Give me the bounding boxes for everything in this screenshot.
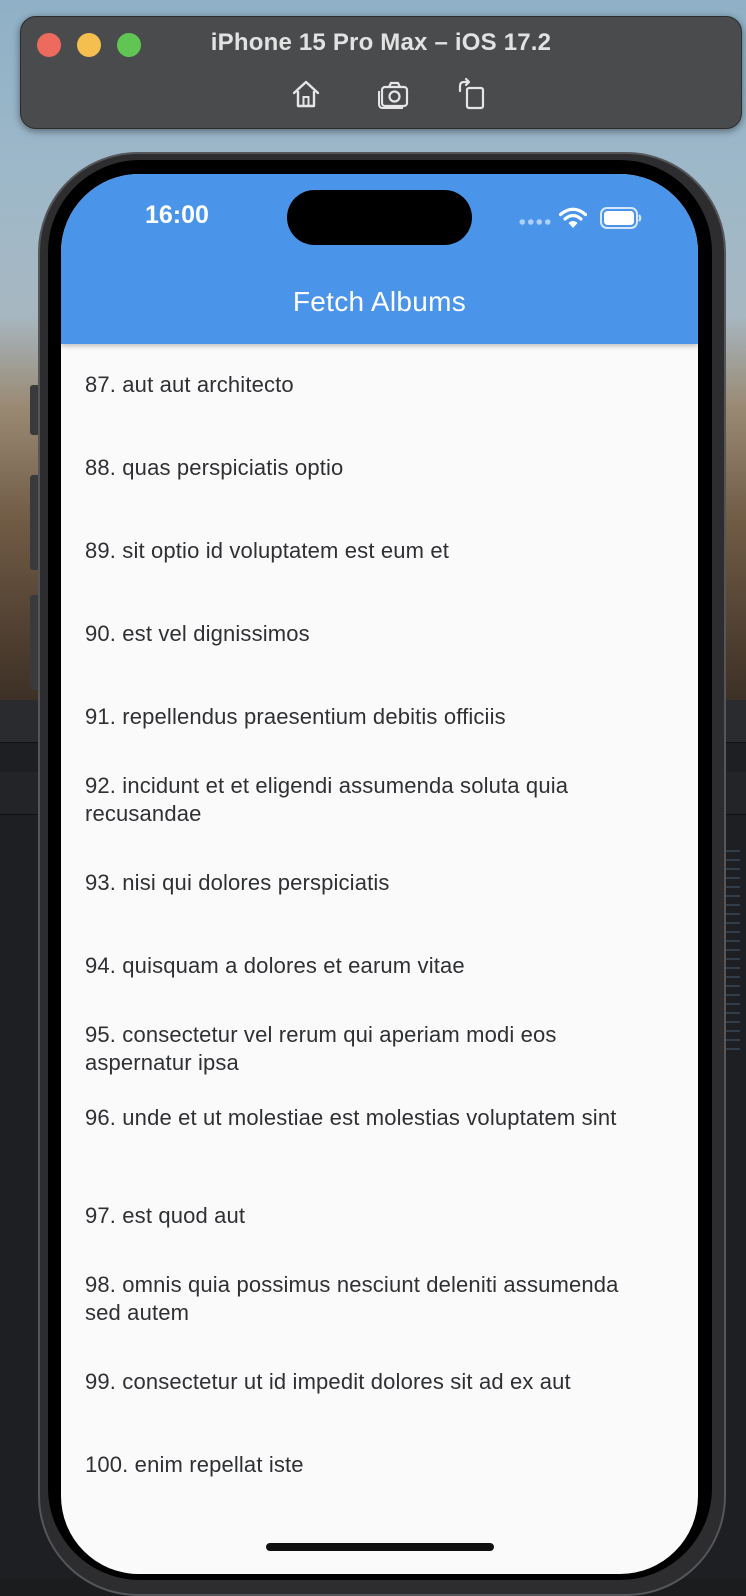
page-title: Fetch Albums — [292, 286, 467, 317]
signal-icon — [518, 219, 552, 225]
rotate-icon[interactable] — [455, 77, 489, 111]
list-item[interactable]: 96. unde et ut molestiae est molestias v… — [85, 1104, 655, 1132]
simulator-title: iPhone 15 Pro Max – iOS 17.2 — [210, 29, 552, 56]
status-time: 16:00 — [145, 201, 209, 229]
list-item[interactable]: 88. quas perspiciatis optio — [85, 454, 655, 482]
list-item[interactable]: 92. incidunt et et eligendi assumenda so… — [85, 772, 655, 828]
dynamic-island — [287, 190, 472, 245]
list-item[interactable]: 94. quisquam a dolores et earum vitae — [85, 952, 655, 980]
list-item[interactable]: 93. nisi qui dolores perspiciatis — [85, 869, 655, 897]
home-indicator[interactable] — [266, 1543, 494, 1551]
battery-icon — [600, 207, 642, 229]
simulator-toolbar — [21, 77, 741, 111]
home-icon[interactable] — [289, 77, 323, 111]
phone-screen: 16:00 Fetch Albums 87. aut aut architect… — [61, 174, 698, 1574]
wifi-icon — [559, 207, 587, 228]
list-item[interactable]: 100. enim repellat iste — [85, 1451, 655, 1479]
app-bar: 16:00 Fetch Albums — [61, 174, 698, 344]
list-item[interactable]: 98. omnis quia possimus nesciunt delenit… — [85, 1271, 655, 1327]
list-item[interactable]: 97. est quod aut — [85, 1202, 655, 1230]
list-item[interactable]: 87. aut aut architecto — [85, 371, 655, 399]
screenshot-icon[interactable] — [377, 77, 411, 111]
list-item[interactable]: 89. sit optio id voluptatem est eum et — [85, 537, 655, 565]
list-item[interactable]: 90. est vel dignissimos — [85, 620, 655, 648]
list-item[interactable]: 95. consectetur vel rerum qui aperiam mo… — [85, 1021, 655, 1077]
list-item[interactable]: 99. consectetur ut id impedit dolores si… — [85, 1368, 655, 1396]
simulator-window-titlebar: iPhone 15 Pro Max – iOS 17.2 — [20, 16, 742, 129]
list-item[interactable]: 91. repellendus praesentium debitis offi… — [85, 703, 655, 731]
